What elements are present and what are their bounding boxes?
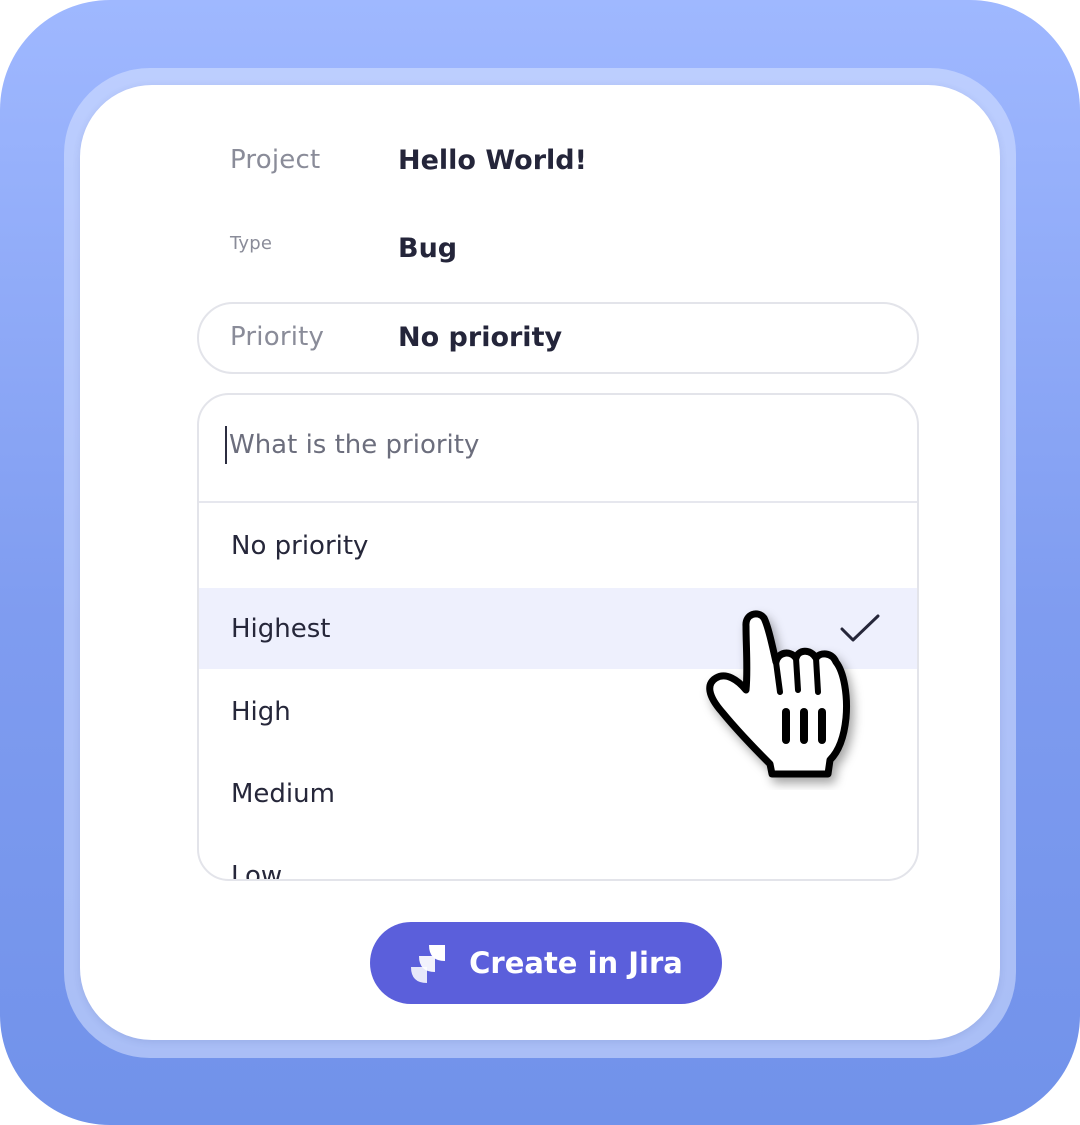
project-value[interactable]: Hello World!: [398, 145, 587, 176]
priority-search-input[interactable]: [229, 421, 869, 469]
option-no-priority[interactable]: No priority: [199, 505, 917, 586]
priority-search: [199, 395, 917, 503]
priority-label: Priority: [230, 322, 325, 352]
option-label: Medium: [231, 778, 335, 809]
option-label: Highest: [231, 613, 331, 644]
project-label: Project: [230, 145, 321, 175]
create-button-label: Create in Jira: [469, 946, 683, 980]
option-label: High: [231, 696, 291, 727]
type-label: Type: [230, 233, 273, 254]
priority-value: No priority: [398, 322, 563, 353]
hand-pointer-icon: [706, 610, 850, 778]
create-in-jira-button[interactable]: Create in Jira: [370, 922, 722, 1004]
option-label: No priority: [231, 530, 369, 561]
option-label: Low: [231, 860, 283, 881]
option-low[interactable]: Low: [199, 835, 917, 881]
type-value[interactable]: Bug: [398, 233, 457, 264]
text-caret: [225, 426, 227, 464]
jira-icon: [411, 945, 446, 983]
